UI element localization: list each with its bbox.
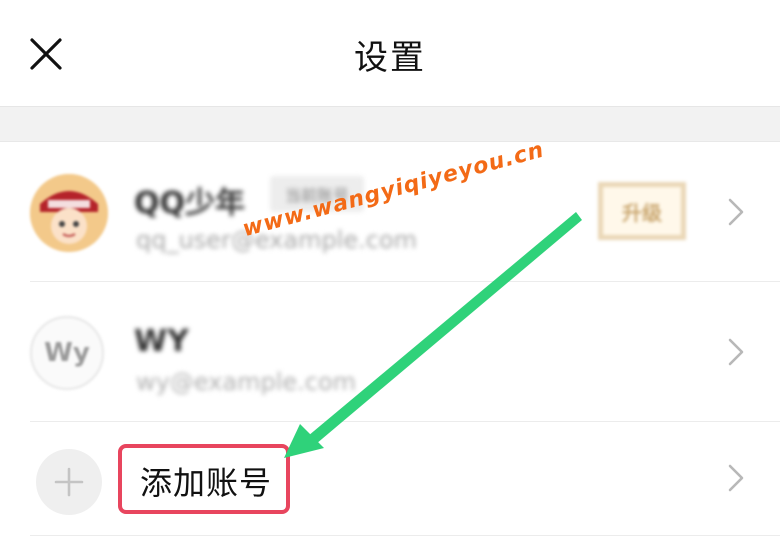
account-row-1[interactable]: QQ少年 当前账号 qq_user@example.com 升级 [0, 142, 780, 282]
account-name: QQ少年 [134, 186, 246, 221]
add-account-circle[interactable] [36, 449, 102, 515]
section-gap [0, 107, 780, 142]
divider [30, 535, 780, 536]
page-title: 设置 [354, 38, 426, 78]
account-name: WY [134, 324, 189, 359]
chevron-right-icon[interactable] [722, 332, 750, 372]
add-account-row[interactable]: 添加账号 [0, 422, 780, 536]
upgrade-tag[interactable]: 升级 [598, 182, 686, 240]
add-account-label[interactable]: 添加账号 [140, 458, 272, 504]
avatar: Wy [30, 316, 104, 390]
account-email: wy@example.com [136, 368, 357, 396]
account-row-2[interactable]: Wy WY wy@example.com [0, 282, 780, 422]
top-bar: 设置 [0, 0, 780, 107]
chevron-right-icon[interactable] [722, 458, 750, 498]
plus-icon [54, 467, 84, 497]
avatar [30, 174, 108, 252]
chevron-right-icon[interactable] [722, 192, 750, 232]
